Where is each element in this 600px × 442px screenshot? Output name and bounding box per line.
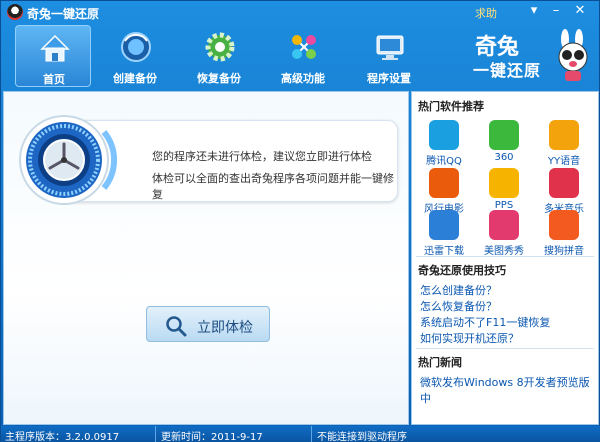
app-name-xunlei: 迅雷下载 <box>424 246 464 257</box>
close-icon[interactable]: ✕ <box>571 3 589 19</box>
start-checkup-label: 立即体检 <box>197 320 253 336</box>
checkup-dial-icon <box>19 115 117 205</box>
tip-link[interactable]: 如何实现开机还原？ <box>420 330 519 346</box>
sidebar-divider <box>416 256 594 257</box>
checkup-card: 您的程序还未进行体检，建议您立即进行体检 体检可以全面的查出奇兔程序各项问题并能… <box>12 112 398 208</box>
skin-icon[interactable]: ▾ <box>525 3 543 19</box>
title-bar: 奇兔一键还原 求助 ▾ – ✕ <box>1 1 600 23</box>
tab-restore-backup-label: 恢复备份 <box>197 72 241 85</box>
status-separator <box>155 426 156 442</box>
minimize-icon[interactable]: – <box>547 3 565 19</box>
app-name-sogou: 搜狗拼音 <box>544 246 584 257</box>
yy-icon <box>549 120 579 150</box>
app-name-qq: 腾讯QQ <box>426 156 462 167</box>
restore-gear-icon <box>205 32 235 62</box>
app-name-yy: YY语音 <box>547 156 581 167</box>
home-panel: 您的程序还未进行体检，建议您立即进行体检 体检可以全面的查出奇兔程序各项问题并能… <box>3 91 409 425</box>
tip-link[interactable]: 怎么恢复备份？ <box>420 298 497 314</box>
app-item-qq[interactable]: 腾讯QQ <box>416 120 472 172</box>
app-logo-icon <box>7 4 23 20</box>
settings-monitor-icon <box>376 35 404 60</box>
tab-advanced-label: 高级功能 <box>281 72 325 85</box>
meitu-icon <box>489 210 519 240</box>
brand-logo: 奇兔 一键还原 <box>461 29 593 85</box>
window-title: 奇兔一键还原 <box>27 7 100 21</box>
tab-home-label: 首页 <box>43 73 65 86</box>
magnifier-icon <box>166 316 187 337</box>
tab-restore-backup[interactable]: 恢复备份 <box>181 25 257 87</box>
status-separator <box>311 426 312 442</box>
tab-advanced[interactable]: 高级功能 <box>265 25 341 87</box>
hot-software-title: 热门软件推荐 <box>418 100 484 113</box>
app-name-360: 360 <box>494 152 514 163</box>
app-item-xunlei[interactable]: 迅雷下载 <box>416 210 472 262</box>
app-item-yy[interactable]: YY语音 <box>536 120 592 172</box>
sogou-icon <box>549 210 579 240</box>
tips-title: 奇兔还原使用技巧 <box>418 264 506 277</box>
app-item-360[interactable]: 360 <box>476 120 532 172</box>
tip-link[interactable]: 怎么创建备份？ <box>420 282 497 298</box>
tip-link[interactable]: 系统启动不了F11一键恢复 <box>420 314 550 330</box>
advanced-molecule-icon <box>292 35 316 59</box>
tab-home[interactable]: 首页 <box>15 25 91 87</box>
360-icon <box>489 120 519 150</box>
help-link[interactable]: 求助 <box>475 5 497 21</box>
update-time-text: 更新时间：2011-9-17 <box>161 432 263 442</box>
right-sidebar: 热门软件推荐 腾讯QQ 360 YY语音 风行电影 PPS 多米音乐 迅雷下载 <box>411 91 599 425</box>
xunlei-icon <box>429 210 459 240</box>
version-text: 主程序版本：3.2.0.0917 <box>5 432 120 442</box>
app-item-meitu[interactable]: 美图秀秀 <box>476 210 532 262</box>
app-item-sogou[interactable]: 搜狗拼音 <box>536 210 592 262</box>
tab-create-backup[interactable]: 创建备份 <box>97 25 173 87</box>
main-toolbar: 首页 创建备份 恢复备份 高级功能 程序设置 奇兔 一键还原 <box>1 23 600 89</box>
funshion-icon <box>429 168 459 198</box>
rabbit-mascot-icon <box>558 29 588 81</box>
brand-line2: 一键还原 <box>473 61 542 80</box>
duomi-icon <box>549 168 579 198</box>
pps-icon <box>489 168 519 198</box>
qq-icon <box>429 120 459 150</box>
backup-create-icon <box>121 32 151 62</box>
checkup-message-1: 您的程序还未进行体检，建议您立即进行体检 <box>152 150 372 163</box>
start-checkup-button[interactable]: 立即体检 <box>146 306 270 342</box>
app-window: 奇兔一键还原 求助 ▾ – ✕ 首页 创建备份 恢复备份 高级功能 程序设置 奇… <box>0 0 600 442</box>
sidebar-divider <box>416 348 594 349</box>
news-link[interactable]: 中 <box>420 390 431 406</box>
status-bar: 主程序版本：3.2.0.0917 更新时间：2011-9-17 不能连接到驱动程… <box>1 426 600 442</box>
checkup-message-2: 体检可以全面的查出奇兔程序各项问题并能一键修复 <box>152 172 394 201</box>
news-link[interactable]: 微软发布Windows 8开发者预览版 <box>420 374 590 390</box>
tab-settings[interactable]: 程序设置 <box>351 25 427 87</box>
driver-status-text: 不能连接到驱动程序 <box>317 432 407 442</box>
tab-settings-label: 程序设置 <box>367 72 411 85</box>
tab-create-backup-label: 创建备份 <box>113 72 157 85</box>
news-title: 热门新闻 <box>418 356 462 369</box>
app-name-meitu: 美图秀秀 <box>484 246 524 257</box>
home-icon <box>40 34 70 62</box>
